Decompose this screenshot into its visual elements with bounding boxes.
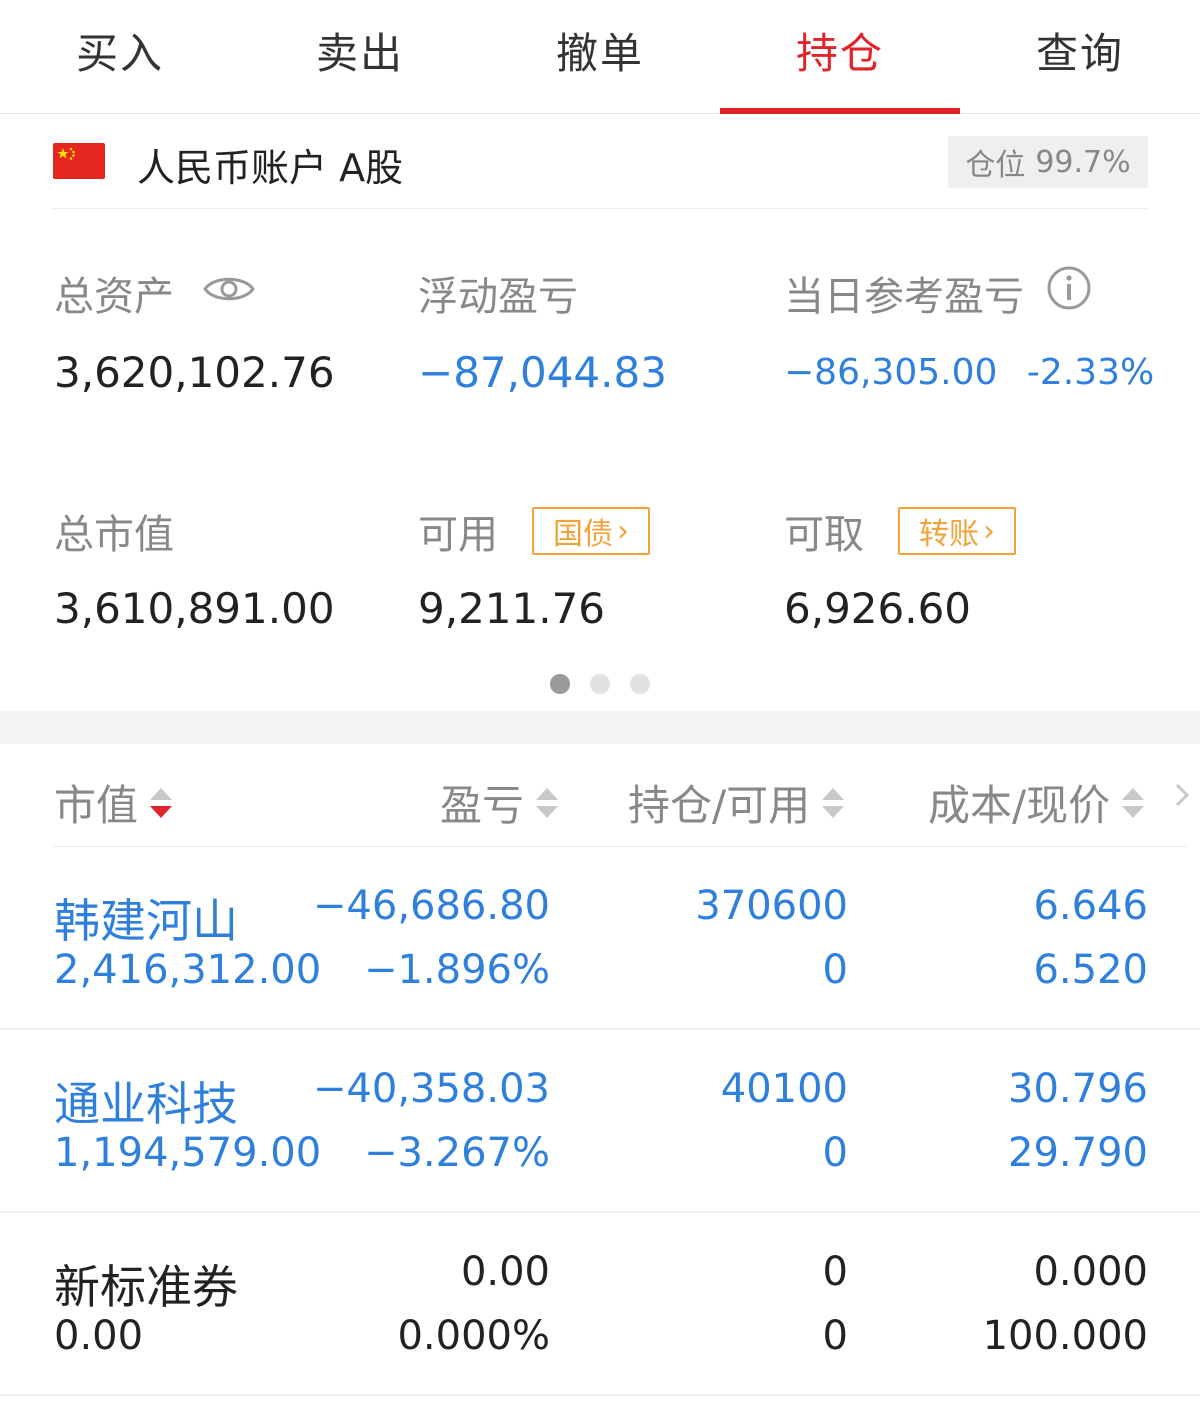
account-name[interactable]: 人民币账户 A股 — [137, 137, 403, 192]
market-value-label: 总市值 — [54, 512, 174, 558]
transfer-button[interactable]: 转账 › — [898, 507, 1016, 555]
floating-pl-label: 浮动盈亏 — [418, 274, 578, 320]
withdrawable-value: 6,926.60 — [784, 584, 972, 633]
stock-profit-loss: −46,686.80 — [312, 883, 550, 929]
table-row[interactable]: 新标准券 0.00 0.00 0.000% 0 0 0.000 100.000 — [0, 1213, 1200, 1396]
position-ratio-label: 仓位 — [965, 148, 1026, 183]
daily-pl-value: −86,305.00 -2.33% — [784, 352, 1155, 393]
stock-profit-loss-pct: −3.267% — [363, 1130, 550, 1176]
stock-available: 0 — [822, 947, 848, 993]
stock-name: 新标准券 — [54, 1260, 238, 1314]
sort-desc-icon — [150, 786, 173, 820]
table-row[interactable]: 通业科技 1,194,579.00 −40,358.03 −3.267% 401… — [0, 1030, 1200, 1213]
total-assets-value: 3,620,102.76 — [54, 348, 335, 397]
summary-pager[interactable] — [550, 674, 670, 694]
stock-cost: 6.646 — [1033, 883, 1148, 929]
stock-market-value: 1,194,579.00 — [54, 1130, 322, 1176]
position-ratio-badge: 仓位 99.7% — [948, 136, 1148, 188]
stock-name: 通业科技 — [54, 1077, 238, 1131]
floating-pl-value: −87,044.83 — [418, 348, 667, 397]
header-profit-loss[interactable]: 盈亏 — [440, 772, 559, 833]
stock-profit-loss: −40,358.03 — [312, 1066, 550, 1112]
china-flag-icon — [53, 143, 105, 179]
trade-tab-bar: 买入 卖出 撤单 持仓 查询 — [0, 0, 1200, 114]
row-divider — [0, 1394, 1200, 1396]
stock-holding: 40100 — [720, 1066, 848, 1112]
header-holding-available[interactable]: 持仓/可用 — [628, 772, 845, 833]
stock-market-value: 0.00 — [54, 1313, 144, 1359]
stock-market-value: 2,416,312.00 — [54, 947, 322, 993]
info-icon[interactable] — [1046, 265, 1092, 321]
header-cost-price[interactable]: 成本/现价 — [928, 772, 1145, 833]
tab-positions[interactable]: 持仓 — [720, 0, 960, 114]
sort-icon — [822, 786, 845, 820]
market-value-value: 3,610,891.00 — [54, 584, 335, 633]
stock-price: 100.000 — [982, 1313, 1148, 1359]
pager-dot[interactable] — [590, 674, 610, 694]
daily-pl-label: 当日参考盈亏 — [784, 264, 1092, 322]
available-label: 可用 国债 › — [418, 502, 650, 560]
stock-price: 6.520 — [1033, 947, 1148, 993]
tab-buy[interactable]: 买入 — [0, 0, 240, 114]
section-divider — [0, 711, 1200, 744]
stock-available: 0 — [822, 1130, 848, 1176]
stock-profit-loss-pct: 0.000% — [397, 1313, 550, 1359]
withdrawable-label: 可取 转账 › — [784, 502, 1016, 560]
stock-holding: 0 — [822, 1249, 848, 1295]
table-row[interactable]: 韩建河山 2,416,312.00 −46,686.80 −1.896% 370… — [0, 847, 1200, 1030]
chevron-right-icon[interactable] — [1174, 782, 1190, 812]
sort-icon — [1122, 786, 1145, 820]
stock-holding: 370600 — [695, 883, 848, 929]
sort-icon — [536, 786, 559, 820]
position-ratio-value: 99.7% — [1035, 144, 1131, 180]
pager-dot[interactable] — [630, 674, 650, 694]
stock-cost: 0.000 — [1033, 1249, 1148, 1295]
stock-available: 0 — [822, 1313, 848, 1359]
tab-query[interactable]: 查询 — [960, 0, 1200, 114]
stock-name: 韩建河山 — [54, 894, 238, 948]
positions-table-header: 市值 盈亏 持仓/可用 成本/现价 — [0, 744, 1200, 848]
eye-icon[interactable] — [202, 270, 256, 316]
account-header: 人民币账户 A股 仓位 99.7% — [52, 115, 1148, 209]
daily-pl-percent: -2.33% — [1026, 352, 1155, 393]
treasury-bond-button[interactable]: 国债 › — [532, 507, 650, 555]
stock-price: 29.790 — [1008, 1130, 1148, 1176]
header-market-value[interactable]: 市值 — [54, 772, 173, 833]
tab-cancel-order[interactable]: 撤单 — [480, 0, 720, 114]
stock-cost: 30.796 — [1008, 1066, 1148, 1112]
pager-dot[interactable] — [550, 674, 570, 694]
stock-profit-loss: 0.00 — [460, 1249, 550, 1295]
chevron-right-icon: › — [983, 513, 995, 549]
tab-sell[interactable]: 卖出 — [240, 0, 480, 114]
chevron-right-icon: › — [617, 513, 629, 549]
available-value: 9,211.76 — [418, 584, 606, 633]
stock-profit-loss-pct: −1.896% — [363, 947, 550, 993]
total-assets-label: 总资产 — [54, 264, 256, 322]
